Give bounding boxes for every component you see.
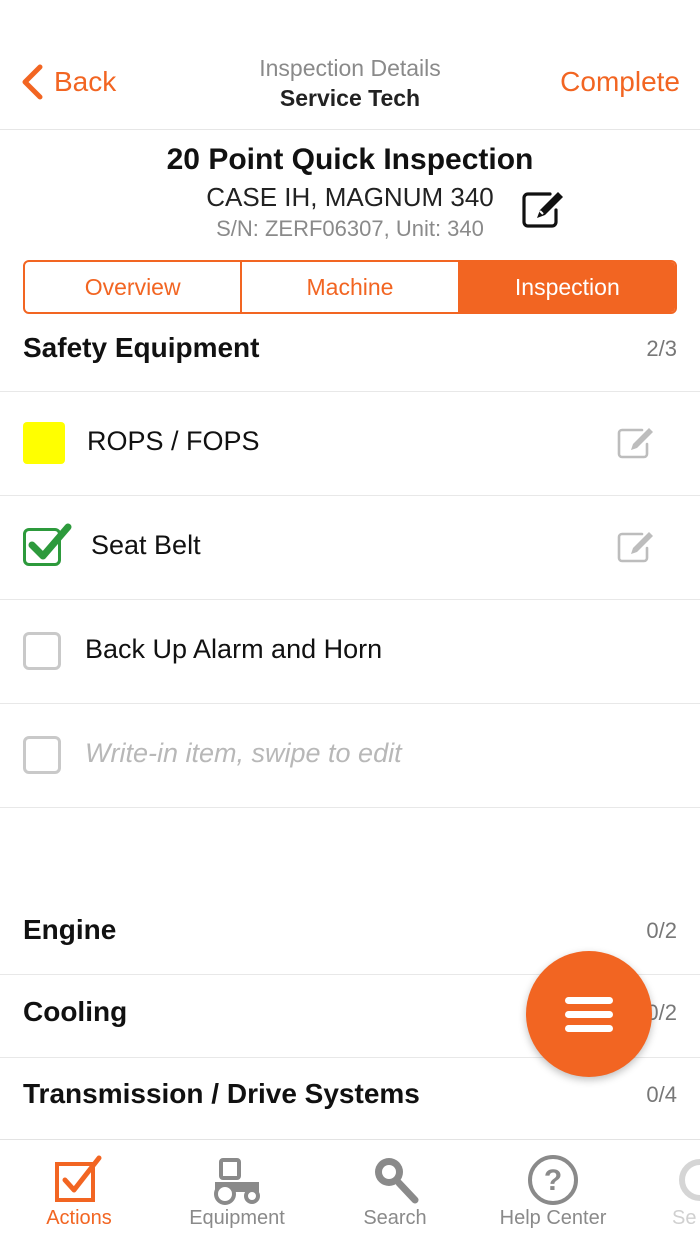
inspection-header: 20 Point Quick Inspection CASE IH, MAGNU… xyxy=(0,140,700,244)
checklist-item-write-in[interactable]: Write-in item, swipe to edit xyxy=(0,704,700,808)
section-header-safety-equipment[interactable]: Safety Equipment 2/3 xyxy=(0,314,700,392)
checkbox-checked[interactable] xyxy=(23,523,72,566)
complete-button[interactable]: Complete xyxy=(560,62,680,102)
section-name: Safety Equipment xyxy=(23,332,260,363)
bottom-tab-bar: Actions Equipment Search ? Help Center S… xyxy=(0,1139,700,1244)
section-count: 0/2 xyxy=(646,918,677,943)
tab-settings[interactable]: Se xyxy=(632,1140,700,1244)
checklist-item-rops-fops[interactable]: ROPS / FOPS xyxy=(0,392,700,496)
tab-equipment[interactable]: Equipment xyxy=(158,1140,316,1244)
chevron-left-icon xyxy=(22,64,43,100)
tab-inspection[interactable]: Inspection xyxy=(459,262,675,312)
tab-label: Equipment xyxy=(189,1207,285,1229)
settings-icon xyxy=(679,1159,700,1201)
detail-tabs: Overview Machine Inspection xyxy=(23,260,677,314)
machine-model: CASE IH, MAGNUM 340 xyxy=(206,182,494,212)
section-count: 2/3 xyxy=(646,336,677,361)
checklist-item-label: ROPS / FOPS xyxy=(87,426,260,456)
edit-icon xyxy=(522,192,563,228)
svg-text:?: ? xyxy=(544,1164,562,1197)
edit-machine-button[interactable] xyxy=(520,188,566,230)
tab-search[interactable]: Search xyxy=(316,1140,474,1244)
checkbox-icon xyxy=(55,1155,102,1202)
section-count: 0/4 xyxy=(646,1082,677,1107)
checklist-item-back-up-alarm[interactable]: Back Up Alarm and Horn xyxy=(0,600,700,704)
checkbox-unchecked[interactable] xyxy=(23,736,61,774)
tab-overview[interactable]: Overview xyxy=(25,262,243,312)
checklist-item-seat-belt[interactable]: Seat Belt xyxy=(0,496,700,600)
tab-actions[interactable]: Actions xyxy=(0,1140,158,1244)
tab-machine[interactable]: Machine xyxy=(242,262,460,312)
section-name: Cooling xyxy=(23,996,128,1027)
checkbox-unchecked[interactable] xyxy=(23,632,61,670)
tractor-icon xyxy=(214,1158,260,1205)
machine-serial: S/N: ZERF06307, Unit: 340 xyxy=(216,216,484,241)
navigation-bar: Back Inspection Details Service Tech Com… xyxy=(0,0,700,130)
tab-label: Search xyxy=(363,1207,427,1229)
checkmark-icon xyxy=(28,523,72,560)
tab-label: Help Center xyxy=(499,1207,607,1229)
menu-icon-bar xyxy=(565,1011,613,1018)
menu-fab-button[interactable] xyxy=(526,951,652,1077)
menu-icon-bar xyxy=(565,1025,613,1032)
write-in-placeholder: Write-in item, swipe to edit xyxy=(85,738,402,768)
edit-icon[interactable] xyxy=(616,426,656,460)
menu-icon xyxy=(565,997,613,1004)
tab-label: Se xyxy=(672,1207,697,1229)
inspection-title: 20 Point Quick Inspection xyxy=(166,143,534,176)
checklist-item-label: Back Up Alarm and Horn xyxy=(85,634,383,664)
section-name: Transmission / Drive Systems xyxy=(23,1078,420,1109)
tab-label: Actions xyxy=(46,1207,112,1229)
tab-help-center[interactable]: ? Help Center xyxy=(474,1140,632,1244)
search-icon xyxy=(375,1158,419,1204)
checklist-item-label: Seat Belt xyxy=(91,530,201,560)
section-name: Engine xyxy=(23,914,117,945)
back-button[interactable]: Back xyxy=(20,62,116,102)
edit-icon[interactable] xyxy=(616,530,656,564)
back-label: Back xyxy=(54,66,117,97)
status-flag-yellow[interactable] xyxy=(23,422,65,464)
help-icon: ? xyxy=(528,1155,578,1205)
